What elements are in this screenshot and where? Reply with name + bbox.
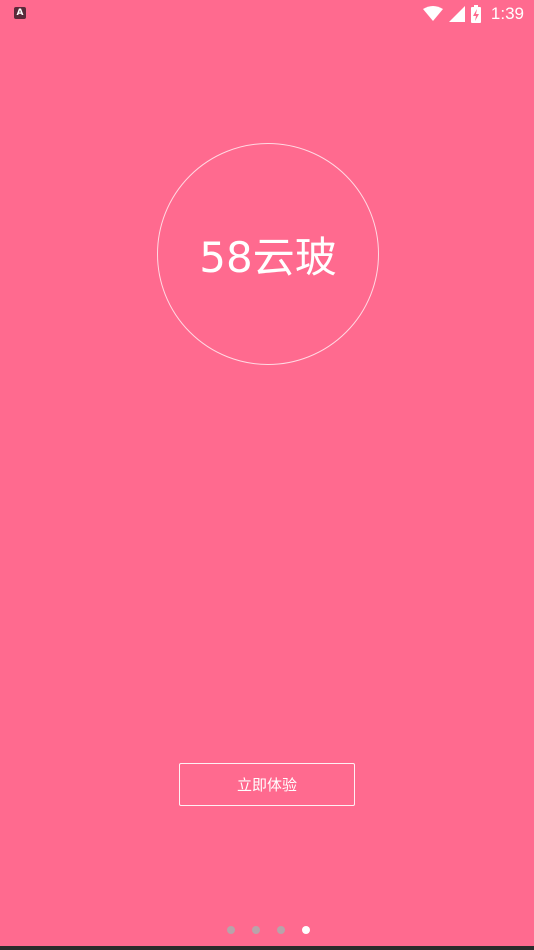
status-time: 1:39 — [490, 4, 524, 23]
status-bar: A 1:39 — [0, 0, 534, 28]
page-dot-4-active[interactable] — [301, 926, 310, 934]
splash-screen: A 1:39 58云玻 立即体验 — [0, 0, 534, 946]
status-indicators: 1:39 — [422, 3, 524, 25]
page-dot-2[interactable] — [251, 926, 260, 934]
battery-charging-icon — [470, 5, 481, 23]
cell-signal-icon — [448, 6, 465, 22]
app-notification-icon: A — [14, 7, 26, 19]
page-dot-3[interactable] — [276, 926, 285, 934]
logo-circle: 58云玻 — [157, 143, 379, 365]
page-dot-1[interactable] — [226, 926, 235, 934]
page-indicator — [0, 926, 534, 934]
app-logo-text: 58云玻 — [199, 232, 337, 282]
try-now-button[interactable]: 立即体验 — [179, 763, 355, 806]
wifi-icon — [422, 6, 443, 21]
